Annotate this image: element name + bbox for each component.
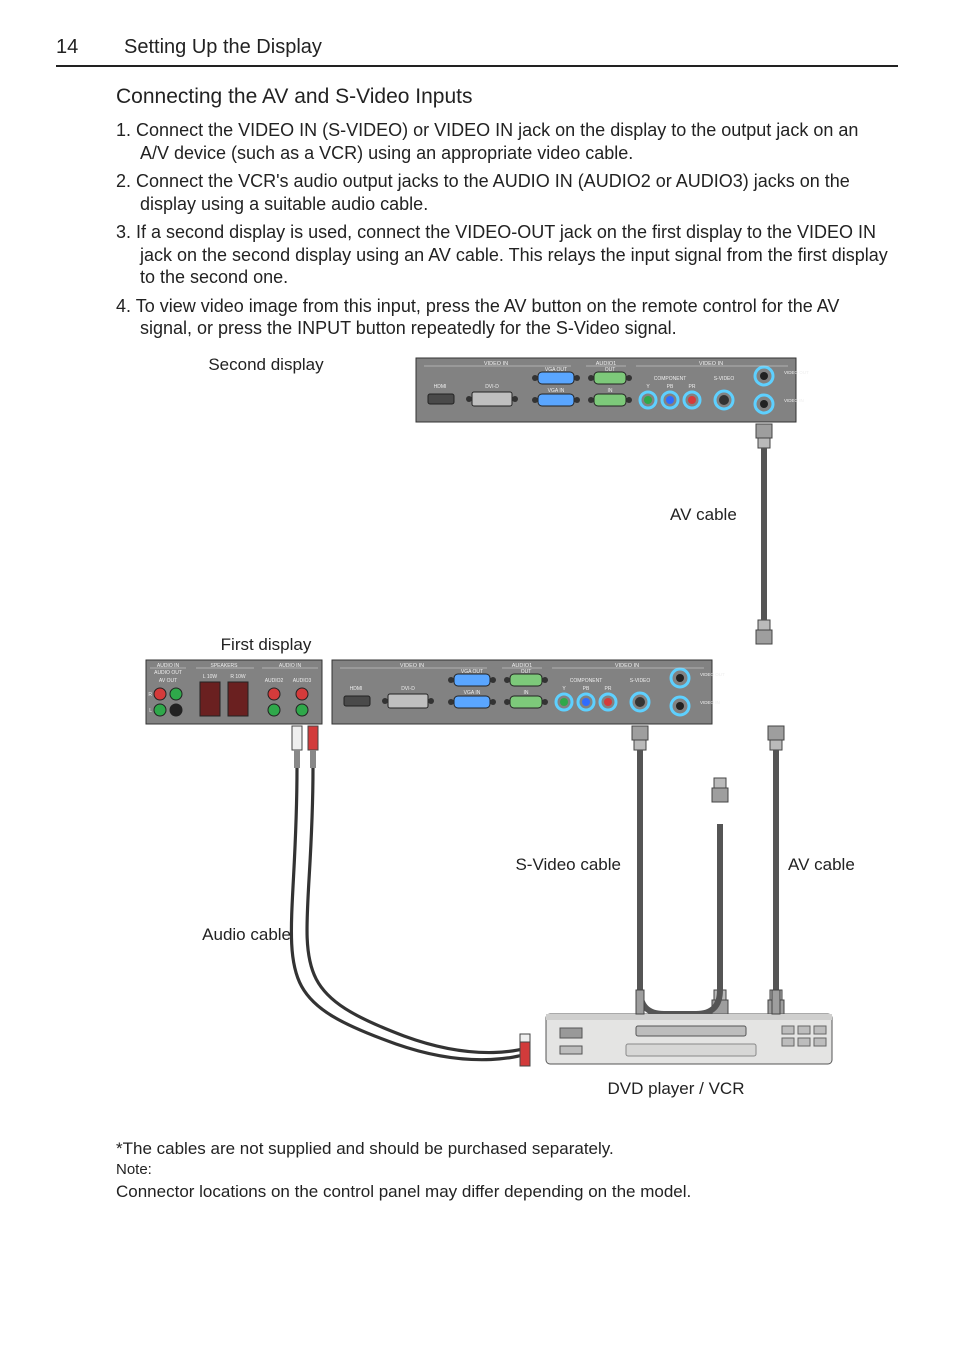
- label-second-display: Second display: [208, 355, 324, 374]
- label-s-video-cable: S-Video cable: [515, 855, 621, 874]
- second-display-panel: [416, 358, 809, 422]
- running-header: 14 Setting Up the Display: [56, 36, 898, 59]
- header-rule: [56, 65, 898, 67]
- list-item: If a second display is used, connect the…: [116, 221, 888, 289]
- section-heading: Connecting the AV and S-Video Inputs: [116, 85, 888, 109]
- first-display-audio-panel: [146, 660, 322, 724]
- audio-cable: [291, 726, 530, 1066]
- av-cable-top: [756, 424, 772, 644]
- label-first-display: First display: [221, 635, 312, 654]
- page-number: 14: [56, 36, 96, 59]
- label-av-cable-bottom: AV cable: [788, 855, 855, 874]
- running-title: Setting Up the Display: [124, 36, 322, 59]
- list-item: Connect the VCR's audio output jacks to …: [116, 170, 888, 215]
- list-item: Connect the VIDEO IN (S-VIDEO) or VIDEO …: [116, 119, 888, 164]
- list-item: To view video image from this input, pre…: [116, 295, 888, 340]
- connection-diagram: VIDEO IN AUDIO1 VIDEO IN HDMI DVI-D VGA …: [116, 354, 888, 1114]
- dvd-player: [546, 1014, 832, 1064]
- footnote-cables: *The cables are not supplied and should …: [116, 1138, 888, 1161]
- note-body: Connector locations on the control panel…: [116, 1181, 888, 1204]
- label-dvd-vcr: DVD player / VCR: [608, 1079, 745, 1098]
- s-video-cable: [632, 726, 728, 1014]
- instruction-list: Connect the VIDEO IN (S-VIDEO) or VIDEO …: [116, 119, 888, 340]
- label-av-cable-top: AV cable: [670, 505, 737, 524]
- note-label: Note:: [116, 1160, 888, 1180]
- av-cable-bottom: [768, 726, 784, 1014]
- first-display-video-panel: [332, 660, 725, 724]
- label-audio-cable: Audio cable: [202, 925, 291, 944]
